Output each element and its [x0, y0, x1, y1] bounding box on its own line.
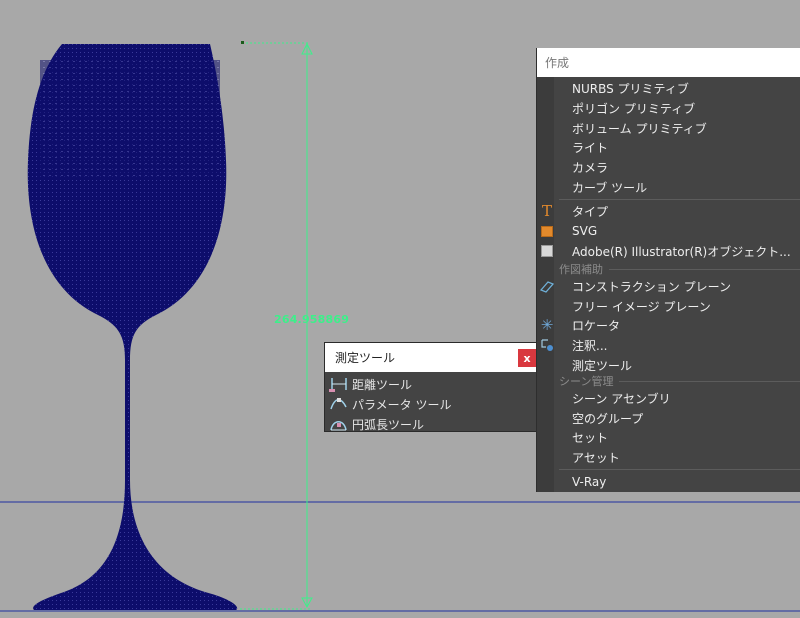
menu-item-label: アセット — [572, 450, 620, 465]
menu-separator — [559, 199, 800, 200]
section-scene-management: シーン管理 — [559, 373, 800, 389]
parameter-tool-item[interactable]: パラメータ ツール — [325, 394, 538, 414]
close-icon: x — [523, 351, 531, 365]
section-line — [609, 268, 800, 270]
menu-item-measure-tools[interactable]: 測定ツール — [537, 355, 800, 375]
menu-item-free-image-plane[interactable]: フリー イメージ プレーン — [537, 296, 800, 316]
menu-item-label: 空のグループ — [572, 411, 644, 426]
menu-item-light[interactable]: ライト — [537, 137, 800, 157]
measure-tools-title: 測定ツール — [335, 351, 396, 365]
menu-item-illustrator-object[interactable]: Adobe(R) Illustrator(R)オブジェクト... — [537, 241, 800, 261]
menu-item-label: カーブ ツール — [572, 180, 648, 195]
menu-item-label: ロケータ — [572, 318, 621, 333]
menu-item-label: タイプ — [572, 204, 609, 219]
menu-item-label: コンストラクション プレーン — [572, 279, 731, 294]
construction-plane-icon — [540, 278, 554, 294]
menu-item-label: V-Ray — [572, 475, 607, 489]
menu-item-camera[interactable]: カメラ — [537, 157, 800, 177]
menu-item-polygon-primitive[interactable]: ポリゴン プリミティブ — [537, 98, 800, 118]
menu-item-label: SVG — [572, 224, 598, 238]
menu-item-type[interactable]: T タイプ — [537, 201, 800, 221]
menu-item-locator[interactable]: ✳ ロケータ — [537, 315, 800, 335]
menu-item-set[interactable]: セット — [537, 427, 800, 447]
section-construction-aids: 作図補助 — [559, 261, 800, 277]
section-line — [619, 380, 800, 382]
wine-glass-highlight — [40, 60, 220, 180]
parameter-tool-icon — [330, 398, 347, 410]
arc-length-tool-item[interactable]: 円弧長ツール — [325, 414, 538, 434]
close-button[interactable]: x — [518, 349, 536, 367]
menu-item-label: 注釈... — [572, 338, 608, 353]
menu-item-nurbs-primitive[interactable]: NURBS プリミティブ — [537, 78, 800, 98]
measure-tools-window[interactable]: 測定ツール x 距離ツール パラメータ ツール 円弧長ツール — [324, 342, 539, 432]
type-icon: T — [541, 202, 552, 220]
illustrator-icon — [540, 243, 554, 259]
distance-tool-label: 距離ツール — [352, 377, 413, 392]
distance-tool-item[interactable]: 距離ツール — [325, 374, 538, 394]
menu-item-empty-group[interactable]: 空のグループ — [537, 408, 800, 428]
parameter-tool-label: パラメータ ツール — [352, 397, 452, 412]
section-label: シーン管理 — [559, 375, 614, 388]
section-label: 作図補助 — [559, 263, 603, 276]
menu-item-construction-plane[interactable]: コンストラクション プレーン — [537, 276, 800, 296]
locator-icon: ✳ — [540, 316, 554, 334]
menu-item-label: フリー イメージ プレーン — [572, 299, 711, 314]
menu-separator — [559, 469, 800, 470]
menu-item-asset[interactable]: アセット — [537, 447, 800, 467]
arc-length-tool-icon — [330, 421, 347, 431]
arc-length-tool-label: 円弧長ツール — [352, 417, 425, 432]
menu-item-scene-assembly[interactable]: シーン アセンブリ — [537, 388, 800, 408]
create-menu-title: 作成 — [545, 56, 570, 70]
dimension-value-label: 264.958869 — [274, 313, 350, 326]
menu-item-volume-primitive[interactable]: ボリューム プリミティブ — [537, 118, 800, 138]
menu-item-label: ポリゴン プリミティブ — [572, 101, 696, 116]
menu-item-annotation[interactable]: 注釈... — [537, 335, 800, 355]
menu-item-curve-tool[interactable]: カーブ ツール — [537, 177, 800, 197]
annotation-icon — [540, 337, 554, 353]
menu-item-label: シーン アセンブリ — [572, 391, 671, 406]
distance-tool-icon — [329, 378, 347, 392]
menu-item-vray[interactable]: V-Ray — [537, 472, 800, 492]
menu-item-label: NURBS プリミティブ — [572, 81, 689, 96]
menu-item-label: カメラ — [572, 160, 609, 175]
menu-item-label: 測定ツール — [572, 358, 633, 373]
measure-start-point[interactable] — [241, 41, 244, 44]
menu-item-label: セット — [572, 430, 609, 445]
menu-item-label: ライト — [572, 140, 609, 155]
menu-item-label: ボリューム プリミティブ — [572, 121, 707, 136]
svg-icon — [540, 223, 554, 239]
menu-item-svg[interactable]: SVG — [537, 221, 800, 241]
create-menu-titlebar[interactable]: 作成 — [537, 48, 800, 77]
create-menu[interactable]: 作成 NURBS プリミティブ ポリゴン プリミティブ ボリューム プリミティブ… — [536, 48, 800, 492]
measure-tools-titlebar[interactable]: 測定ツール x — [325, 343, 538, 372]
menu-item-label: Adobe(R) Illustrator(R)オブジェクト... — [572, 244, 791, 259]
